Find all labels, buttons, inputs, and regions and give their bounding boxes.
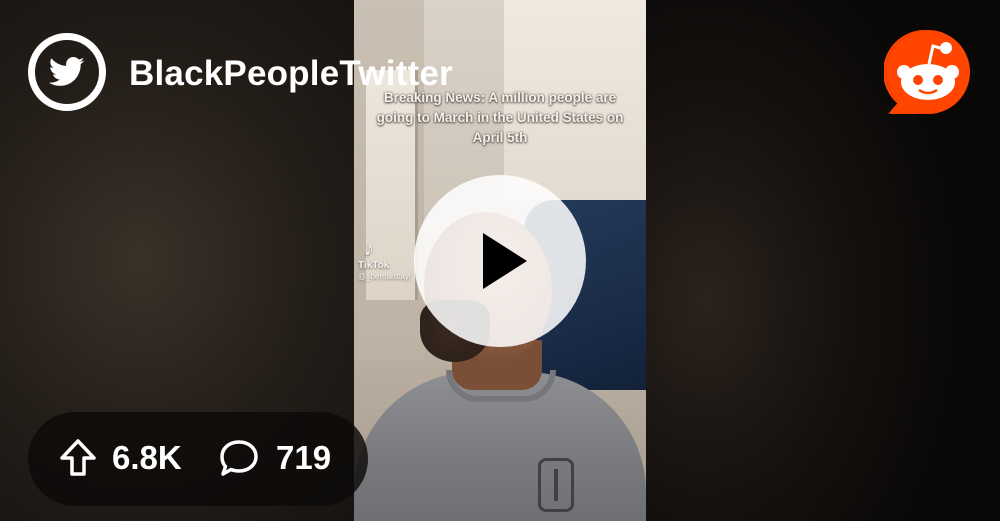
comment-value: 719 [276, 439, 332, 476]
comment-count[interactable]: 719 [218, 438, 331, 478]
upvote-arrow-icon [60, 439, 96, 476]
shirt-logo [538, 458, 574, 512]
stats-bar: 6.8K 719 [28, 412, 368, 506]
subreddit-name[interactable]: BlackPeopleTwitter [129, 54, 453, 94]
subreddit-icon[interactable] [28, 33, 106, 111]
twitter-bird-icon [49, 57, 85, 86]
tiktok-brand: TikTok [358, 260, 390, 271]
upvote-value: 6.8K [112, 439, 182, 476]
play-icon [483, 233, 527, 289]
reddit-snoo-icon[interactable] [884, 28, 972, 116]
video-caption: Breaking News: A million people are goin… [376, 90, 624, 145]
thumbnail-collar [446, 370, 556, 402]
play-button[interactable] [414, 175, 586, 347]
upvote-count[interactable]: 6.8K [58, 438, 182, 478]
comment-bubble-icon [220, 440, 258, 476]
